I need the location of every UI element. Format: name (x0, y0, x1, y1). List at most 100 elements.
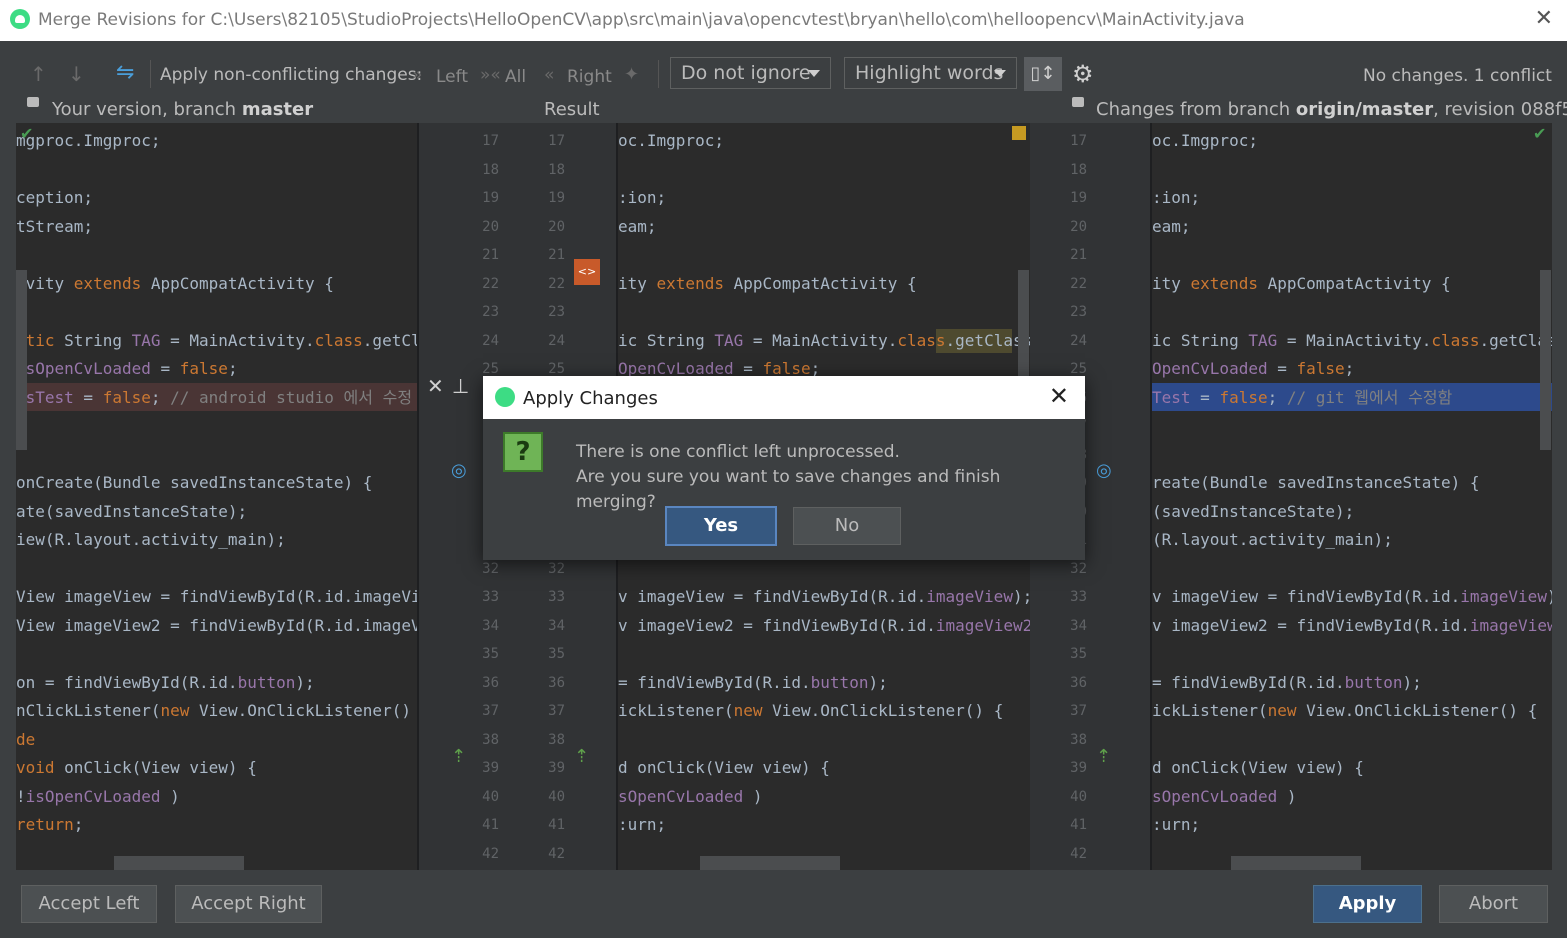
apply-change-icon[interactable]: ⇡ (574, 746, 589, 767)
left-horizontal-scrollbar[interactable] (114, 856, 244, 870)
apply-change-icon[interactable]: ⇡ (1096, 746, 1111, 767)
line-number: 40 (482, 788, 499, 805)
line-number: 35 (548, 646, 565, 662)
code-line: ic String TAG = MainActivity.class.getCl… (1152, 330, 1552, 350)
next-difference-icon[interactable]: ↓ (68, 62, 85, 86)
code-line: Test = false; // git 웹에서 수정함 (1152, 387, 1453, 407)
line-number: 42 (482, 845, 499, 862)
line-number: 33 (482, 589, 499, 605)
code-line: View imageView = findViewById(R.id.image… (16, 587, 417, 606)
center-panel-header: Result (544, 99, 600, 120)
line-number: 40 (1070, 788, 1087, 805)
line-number: 23 (482, 304, 499, 320)
highlight-mode-select[interactable]: Highlight words (844, 57, 1017, 89)
conflict-resolve-icon[interactable]: <> (574, 259, 600, 285)
code-line: isOpenCvLoaded = false; (16, 359, 238, 378)
code-line: = findViewById(R.id.button); (618, 672, 888, 692)
apply-all-button[interactable]: All (505, 67, 526, 87)
line-number: 41 (1070, 817, 1087, 833)
apply-all-glyph-icon: »« (480, 65, 501, 85)
chevron-down-icon (808, 70, 820, 77)
right-header-branch: origin/master (1295, 99, 1434, 120)
line-number: 39 (482, 760, 499, 776)
dialog-title: Apply Changes (523, 388, 658, 409)
change-marker-icon: ◎ (451, 460, 467, 481)
code-line: :ion; (618, 188, 667, 207)
line-number: 33 (1070, 589, 1087, 605)
line-number: 19 (1070, 190, 1087, 206)
apply-non-conflicting-label: Apply non-conflicting changes: (160, 65, 423, 85)
apply-changes-dialog: Apply Changes ✕ ? There is one conflict … (483, 376, 1085, 560)
line-number: 18 (1070, 161, 1087, 178)
right-horizontal-scrollbar[interactable] (1231, 856, 1361, 870)
line-number: 38 (1070, 731, 1087, 748)
accept-left-icon[interactable]: ⊥ (452, 374, 469, 398)
abort-button[interactable]: Abort (1439, 885, 1548, 923)
code-line: onCreate(Bundle savedInstanceState) { (16, 473, 373, 492)
apply-left-button[interactable]: Left (436, 67, 468, 87)
left-panel-header: Your version, branch master (52, 99, 313, 120)
lock-icon (1072, 97, 1084, 107)
line-number: 34 (482, 617, 499, 634)
line-number: 34 (1070, 617, 1087, 634)
code-line: mgproc.Imgproc; (16, 131, 161, 150)
line-number: 21 (1070, 247, 1087, 263)
code-line: de (16, 729, 36, 749)
previous-difference-icon[interactable]: ↑ (30, 62, 47, 86)
code-line: reate(Bundle savedInstanceState) { (1152, 473, 1480, 492)
highlight-mode-value: Highlight words (855, 62, 1004, 84)
code-line: return; (16, 815, 84, 834)
line-number: 17 (1070, 133, 1087, 149)
dialog-close-icon[interactable]: ✕ (1049, 382, 1069, 410)
error-stripe-marker (1012, 126, 1026, 140)
apply-button[interactable]: Apply (1313, 885, 1422, 923)
code-line: void onClick(View view) { (16, 758, 257, 777)
sync-scroll-toggle-icon[interactable]: ▯↕ (1024, 57, 1062, 91)
line-number: 24 (482, 332, 499, 349)
dialog-titlebar: Apply Changes ✕ (483, 376, 1085, 419)
code-line: oc.Imgproc; (1152, 131, 1258, 150)
code-line: (R.layout.activity_main); (1152, 530, 1393, 549)
ignore-whitespace-select[interactable]: Do not ignore (670, 57, 831, 89)
gear-icon[interactable]: ⚙ (1072, 60, 1094, 88)
android-studio-icon (495, 387, 515, 407)
line-number: 17 (548, 133, 565, 149)
line-number: 38 (482, 731, 499, 748)
center-horizontal-scrollbar[interactable] (700, 856, 840, 870)
accept-right-button[interactable]: Accept Right (175, 885, 322, 923)
line-number: 37 (548, 703, 565, 719)
yes-button[interactable]: Yes (665, 506, 777, 546)
code-line: v imageView2 = findViewById(R.id.imageVi… (1152, 615, 1552, 635)
line-number: 39 (1070, 760, 1087, 776)
right-header-prefix: Changes from branch (1096, 99, 1296, 120)
ignore-whitespace-value: Do not ignore (681, 62, 811, 84)
apply-all-icon[interactable]: ⇋ (116, 60, 134, 85)
window-close-icon[interactable]: ✕ (1535, 6, 1553, 31)
line-number: 20 (482, 218, 499, 235)
line-number: 18 (548, 161, 565, 178)
code-line: ivity extends AppCompatActivity { (16, 273, 334, 293)
right-vertical-scrollbar[interactable] (1540, 270, 1551, 450)
code-line: :urn; (618, 815, 667, 834)
accept-left-button[interactable]: Accept Left (21, 885, 157, 923)
line-number: 40 (548, 788, 565, 805)
right-editor[interactable]: oc.Imgproc;:ion; eam; ity extends AppCompa… (1152, 123, 1552, 870)
left-vertical-scrollbar[interactable] (16, 270, 27, 450)
reject-left-icon[interactable]: ✕ (427, 374, 444, 398)
apply-change-icon[interactable]: ⇡ (451, 746, 466, 767)
left-header-prefix: Your version, branch (52, 99, 242, 120)
apply-right-button[interactable]: Right (567, 67, 612, 87)
code-line: sOpenCvLoaded ) (618, 786, 763, 806)
line-number: 34 (548, 617, 565, 634)
checkmark-icon: ✔ (20, 124, 34, 143)
window-titlebar: Merge Revisions for C:\Users\82105\Studi… (0, 0, 1567, 41)
line-number: 38 (548, 731, 565, 748)
no-button[interactable]: No (793, 507, 901, 545)
question-icon: ? (503, 432, 543, 472)
line-number: 36 (482, 674, 499, 691)
left-header-branch: master (241, 99, 314, 120)
left-editor[interactable]: mgproc.Imgproc; ception; tStream; ivity ext… (16, 123, 417, 870)
toolbar-separator (658, 60, 659, 88)
magic-resolve-icon[interactable]: ✦ (624, 64, 639, 85)
dialog-message-line1: There is one conflict left unprocessed. (576, 442, 900, 462)
